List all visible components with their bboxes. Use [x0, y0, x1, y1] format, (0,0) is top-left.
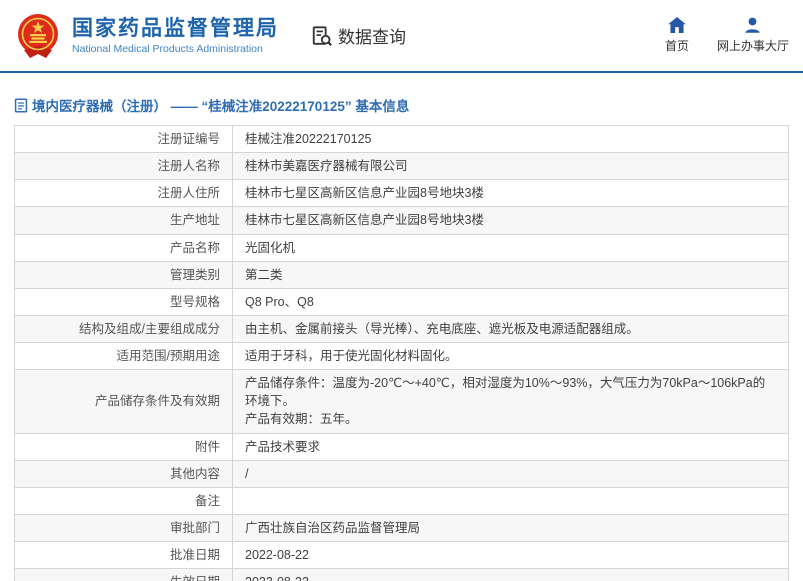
table-row: 审批部门广西壮族自治区药品监督管理局 — [15, 514, 789, 541]
info-table-body: 注册证编号桂械注准20222170125注册人名称桂林市美嘉医疗器械有限公司注册… — [15, 126, 789, 581]
data-query-tab[interactable]: 数据查询 — [311, 23, 406, 48]
field-value: 光固化机 — [233, 234, 789, 261]
field-label: 批准日期 — [15, 542, 233, 569]
field-label: 生产地址 — [15, 207, 233, 234]
field-value-line: 产品有效期：五年。 — [245, 410, 776, 428]
field-label: 注册人住所 — [15, 180, 233, 207]
field-label: 产品名称 — [15, 234, 233, 261]
table-row: 其他内容/ — [15, 460, 789, 487]
field-value: / — [233, 460, 789, 487]
org-name-cn: 国家药品监督管理局 — [72, 16, 279, 41]
field-label: 产品储存条件及有效期 — [15, 370, 233, 433]
field-value: 由主机、金属前接头（导光棒）、充电底座、遮光板及电源适配器组成。 — [233, 315, 789, 342]
national-emblem-icon — [14, 12, 62, 60]
table-row: 生产地址桂林市七星区高新区信息产业园8号地块3楼 — [15, 207, 789, 234]
field-value-line: 产品储存条件：温度为-20℃～+40℃，相对湿度为10%～93%，大气压力为70… — [245, 374, 776, 410]
table-row: 适用范围/预期用途适用于牙科，用于使光固化材料固化。 — [15, 343, 789, 370]
table-row: 注册证编号桂械注准20222170125 — [15, 126, 789, 153]
nav-home-label: 首页 — [665, 37, 689, 54]
site-logo[interactable]: 国家药品监督管理局 National Medical Products Admi… — [14, 12, 279, 60]
field-label: 审批部门 — [15, 514, 233, 541]
field-label: 其他内容 — [15, 460, 233, 487]
nav-service-hall-label: 网上办事大厅 — [717, 37, 789, 54]
home-icon — [668, 17, 686, 33]
org-name-en: National Medical Products Administration — [72, 43, 279, 55]
field-label: 结构及组成/主要组成成分 — [15, 315, 233, 342]
field-label: 适用范围/预期用途 — [15, 343, 233, 370]
field-value: 2022-08-22 — [233, 569, 789, 581]
field-label: 注册人名称 — [15, 153, 233, 180]
org-names: 国家药品监督管理局 National Medical Products Admi… — [72, 16, 279, 55]
table-row: 注册人名称桂林市美嘉医疗器械有限公司 — [15, 153, 789, 180]
field-label: 型号规格 — [15, 288, 233, 315]
nav-home[interactable]: 首页 — [665, 17, 689, 54]
table-row: 产品名称光固化机 — [15, 234, 789, 261]
field-value: 桂林市七星区高新区信息产业园8号地块3楼 — [233, 207, 789, 234]
data-query-icon — [311, 25, 333, 47]
document-icon — [14, 98, 28, 113]
field-value: 适用于牙科，用于使光固化材料固化。 — [233, 343, 789, 370]
table-row: 附件产品技术要求 — [15, 433, 789, 460]
field-value — [233, 487, 789, 514]
field-label: 管理类别 — [15, 261, 233, 288]
header-nav: 首页 网上办事大厅 — [665, 17, 789, 54]
field-label: 附件 — [15, 433, 233, 460]
page-title: 境内医疗器械（注册） —— “桂械注准20222170125” 基本信息 — [14, 95, 789, 115]
field-value: 第二类 — [233, 261, 789, 288]
field-label: 备注 — [15, 487, 233, 514]
page-root: 国家药品监督管理局 National Medical Products Admi… — [0, 0, 803, 581]
info-table: 注册证编号桂械注准20222170125注册人名称桂林市美嘉医疗器械有限公司注册… — [14, 125, 789, 581]
table-row: 批准日期2022-08-22 — [15, 542, 789, 569]
table-row: 管理类别第二类 — [15, 261, 789, 288]
nav-service-hall[interactable]: 网上办事大厅 — [717, 17, 789, 54]
field-value: Q8 Pro、Q8 — [233, 288, 789, 315]
field-value: 2022-08-22 — [233, 542, 789, 569]
field-value: 产品储存条件：温度为-20℃～+40℃，相对湿度为10%～93%，大气压力为70… — [233, 370, 789, 433]
page-title-text: 境内医疗器械（注册） —— “桂械注准20222170125” 基本信息 — [32, 95, 409, 115]
field-value: 产品技术要求 — [233, 433, 789, 460]
field-value: 桂林市美嘉医疗器械有限公司 — [233, 153, 789, 180]
table-row: 结构及组成/主要组成成分由主机、金属前接头（导光棒）、充电底座、遮光板及电源适配… — [15, 315, 789, 342]
user-icon — [744, 17, 761, 33]
field-value: 桂林市七星区高新区信息产业园8号地块3楼 — [233, 180, 789, 207]
table-row: 备注 — [15, 487, 789, 514]
table-row: 产品储存条件及有效期产品储存条件：温度为-20℃～+40℃，相对湿度为10%～9… — [15, 370, 789, 433]
field-value: 桂械注准20222170125 — [233, 126, 789, 153]
site-header: 国家药品监督管理局 National Medical Products Admi… — [0, 0, 803, 73]
field-label: 注册证编号 — [15, 126, 233, 153]
field-label: 生效日期 — [15, 569, 233, 581]
field-value: 广西壮族自治区药品监督管理局 — [233, 514, 789, 541]
table-row: 注册人住所桂林市七星区高新区信息产业园8号地块3楼 — [15, 180, 789, 207]
data-query-label: 数据查询 — [338, 23, 406, 48]
table-row: 生效日期2022-08-22 — [15, 569, 789, 581]
table-row: 型号规格Q8 Pro、Q8 — [15, 288, 789, 315]
